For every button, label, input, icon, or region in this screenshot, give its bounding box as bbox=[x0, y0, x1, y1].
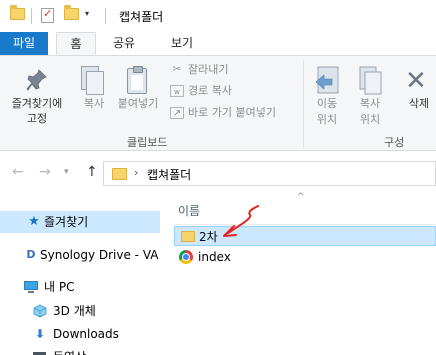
video-icon bbox=[32, 350, 48, 355]
move-to-label: 이동 bbox=[316, 97, 338, 110]
header-divider bbox=[174, 224, 436, 225]
copy-path-icon: w bbox=[170, 85, 184, 97]
window-title: 캡쳐폴더 bbox=[119, 10, 164, 24]
file-list: ^ 이름 2차 index bbox=[160, 192, 436, 355]
toolbar-separator bbox=[105, 8, 106, 24]
recent-locations-dropdown-icon[interactable]: ▾ bbox=[64, 167, 69, 177]
delete-icon: ✕ bbox=[405, 66, 427, 96]
nav-item-videos[interactable]: 동영상 bbox=[0, 346, 160, 355]
organize-group-label: 구성 bbox=[384, 136, 405, 149]
breadcrumb-chevron-icon[interactable]: › bbox=[134, 166, 138, 179]
tab-view[interactable]: 보기 bbox=[162, 32, 202, 56]
column-header-name[interactable]: 이름 bbox=[178, 202, 200, 219]
properties-icon[interactable] bbox=[41, 7, 54, 23]
copy-icon-front bbox=[86, 71, 104, 95]
tab-file[interactable]: 파일 bbox=[0, 32, 48, 56]
move-to-label-line2: 위치 bbox=[316, 113, 338, 126]
star-icon: ★ bbox=[28, 214, 40, 229]
copy-path-button[interactable]: 경로 복사 bbox=[188, 84, 232, 98]
new-folder-icon[interactable] bbox=[64, 5, 79, 20]
breadcrumb-current[interactable]: 캡쳐폴더 bbox=[147, 166, 191, 183]
nav-item-label: Synology Drive - VA bbox=[40, 248, 159, 262]
ribbon-tabs: 파일 홈 공유 보기 bbox=[0, 32, 436, 56]
group-separator bbox=[303, 60, 304, 148]
address-bar[interactable]: › 캡쳐폴더 bbox=[103, 161, 436, 186]
pin-label: 즐겨찾기에 bbox=[11, 97, 63, 110]
scissors-icon: ✂ bbox=[172, 64, 182, 75]
annotation-arrow-icon bbox=[223, 205, 259, 237]
file-name: index bbox=[198, 250, 231, 264]
nav-item-label: 3D 개체 bbox=[53, 304, 96, 318]
file-row-folder[interactable]: 2차 bbox=[174, 226, 436, 246]
nav-item-quick-access[interactable]: ★ 즐겨찾기 bbox=[0, 211, 160, 233]
clipboard-group-label: 클립보드 bbox=[127, 136, 168, 149]
nav-item-label: 즐겨찾기 bbox=[44, 215, 89, 229]
nav-item-downloads[interactable]: ⬇ Downloads bbox=[0, 323, 160, 345]
folder-icon bbox=[10, 5, 25, 20]
paste-shortcut-icon: ↗ bbox=[170, 107, 184, 119]
copy-label: 복사 bbox=[83, 97, 105, 110]
navigation-bar: ← → ▾ ↑ › 캡쳐폴더 bbox=[0, 152, 436, 194]
move-to-icon bbox=[315, 66, 339, 94]
3d-objects-icon bbox=[32, 304, 48, 318]
customize-dropdown-icon[interactable]: ▾ bbox=[85, 9, 89, 18]
folder-icon bbox=[181, 231, 195, 242]
nav-item-label: 동영상 bbox=[53, 346, 86, 355]
copy-to-label-line2: 위치 bbox=[359, 113, 381, 126]
toolbar-separator bbox=[31, 8, 32, 24]
nav-item-3d-objects[interactable]: 3D 개체 bbox=[0, 300, 160, 322]
cut-button[interactable]: 잘라내기 bbox=[188, 63, 228, 77]
pin-icon bbox=[26, 69, 47, 91]
pc-icon bbox=[23, 280, 39, 294]
file-name: 2차 bbox=[199, 230, 218, 244]
up-arrow-icon[interactable]: ↑ bbox=[86, 164, 98, 180]
synology-drive-icon: D bbox=[26, 248, 36, 261]
ribbon: 즐겨찾기에 고정 복사 붙여넣기 ✂ 잘라내기 w 경로 복사 ↗ 바로 가기 … bbox=[0, 55, 436, 151]
copy-to-icon bbox=[359, 66, 382, 95]
nav-item-this-pc[interactable]: 내 PC bbox=[0, 276, 160, 298]
tab-share[interactable]: 공유 bbox=[104, 32, 144, 56]
title-bar: ▾ 캡쳐폴더 bbox=[0, 0, 436, 32]
copy-to-label: 복사 bbox=[359, 97, 381, 110]
folder-icon bbox=[112, 168, 127, 180]
sort-ascending-icon: ^ bbox=[297, 192, 305, 202]
file-row-html[interactable]: index bbox=[174, 247, 436, 267]
chrome-icon bbox=[179, 250, 193, 264]
clipboard-icon bbox=[127, 66, 147, 94]
pin-label-line2: 고정 bbox=[26, 112, 48, 125]
forward-arrow-icon[interactable]: → bbox=[39, 164, 51, 180]
nav-item-synology-drive[interactable]: D Synology Drive - VA bbox=[0, 244, 160, 266]
delete-label: 삭제 bbox=[408, 97, 430, 110]
paste-label: 붙여넣기 bbox=[117, 97, 159, 110]
download-icon: ⬇ bbox=[34, 327, 46, 341]
navigation-pane: ★ 즐겨찾기 D Synology Drive - VA 내 PC 3D 개체 … bbox=[0, 194, 160, 355]
tab-home[interactable]: 홈 bbox=[56, 32, 96, 56]
nav-item-label: 내 PC bbox=[44, 280, 75, 294]
back-arrow-icon[interactable]: ← bbox=[12, 164, 24, 180]
nav-item-label: Downloads bbox=[53, 327, 119, 341]
paste-shortcut-button[interactable]: 바로 가기 붙여넣기 bbox=[188, 106, 276, 120]
